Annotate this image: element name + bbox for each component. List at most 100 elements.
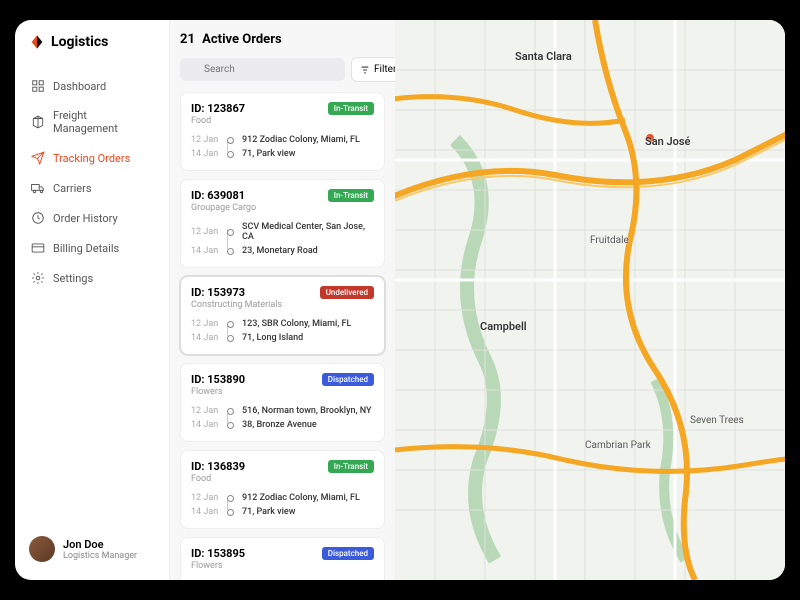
nav-label: Freight Management	[53, 109, 153, 135]
status-badge: Undelivered	[320, 286, 374, 299]
address: 912 Zodiac Colony, Miami, FL	[242, 493, 360, 503]
order-id: ID: 123867	[191, 102, 245, 115]
order-type: Groupage Cargo	[191, 203, 374, 213]
order-type: Constructing Materials	[191, 300, 374, 310]
date: 14 Jan	[191, 246, 219, 256]
dot-icon	[227, 509, 234, 516]
logo-icon	[29, 34, 45, 50]
sidebar-item-freight-management[interactable]: Freight Management	[25, 102, 159, 142]
dot-icon	[227, 229, 234, 236]
order-id: ID: 639081	[191, 189, 245, 202]
user-role: Logistics Manager	[63, 551, 137, 561]
route-origin: 12 Jan123, SBR Colony, Miami, FL	[191, 317, 374, 331]
order-id: ID: 136839	[191, 460, 245, 473]
dot-icon	[227, 248, 234, 255]
send-icon	[31, 151, 45, 165]
map-label: San José	[645, 135, 690, 148]
dot-icon	[227, 408, 234, 415]
route: 12 JanSCV Medical Center, San Jose, CA14…	[191, 220, 374, 258]
dot-icon	[227, 422, 234, 429]
dot-icon	[227, 321, 234, 328]
search-input[interactable]	[180, 58, 345, 81]
map-label: Campbell	[480, 320, 527, 333]
route-destination: 14 Jan71, Park view	[191, 147, 374, 161]
package-icon	[31, 115, 45, 129]
status-badge: In-Transit	[328, 102, 374, 115]
order-card[interactable]: ID: 123867 In-TransitFood 12 Jan 912 Zodiac…	[180, 92, 385, 171]
dot-icon	[227, 335, 234, 342]
sidebar-item-dashboard[interactable]: Dashboard	[25, 72, 159, 100]
nav: Dashboard Freight Management Tracking Orde…	[25, 72, 159, 292]
order-type: Food	[191, 116, 374, 126]
route: 12 Jan 912 Zodiac Colony, Miami, FL 14 Jan…	[191, 491, 374, 519]
date: 12 Jan	[191, 135, 219, 145]
map-view[interactable]: Santa ClaraSan JoséCampbellFruitdaleCamb…	[395, 20, 785, 580]
sidebar: Logistics Dashboard Freight Management Tra…	[15, 20, 170, 580]
address: 38, Bronze Avenue	[242, 420, 317, 430]
order-card[interactable]: ID: 153895DispatchedFlowers12 Jan311, ge…	[180, 537, 385, 580]
sidebar-item-billing-details[interactable]: Billing Details	[25, 234, 159, 262]
order-type: Flowers	[191, 561, 374, 571]
user-name: Jon Doe	[63, 538, 137, 551]
route-destination: 14 Jan23, Monetary Road	[191, 244, 374, 258]
dot-icon	[227, 151, 234, 158]
search-wrap	[180, 57, 345, 82]
date: 12 Jan	[191, 227, 219, 237]
date: 14 Jan	[191, 420, 219, 430]
route-origin: 12 JanSCV Medical Center, San Jose, CA	[191, 220, 374, 244]
date: 12 Jan	[191, 319, 219, 329]
clock-icon	[31, 211, 45, 225]
order-type: Food	[191, 474, 374, 484]
route: 12 Jan123, SBR Colony, Miami, FL 14 Jan 71…	[191, 317, 374, 345]
route-destination: 14 Jan71, Park view	[191, 505, 374, 519]
sidebar-item-carriers[interactable]: Carriers	[25, 174, 159, 202]
avatar	[29, 536, 55, 562]
status-badge: In-Transit	[328, 189, 374, 202]
filters-button[interactable]: Filters	[351, 57, 395, 82]
status-badge: In-Transit	[328, 460, 374, 473]
route-destination: 14 Jan 38, Bronze Avenue	[191, 418, 374, 432]
nav-label: Billing Details	[53, 242, 119, 255]
address: 516, Norman town, Brooklyn, NY	[242, 406, 372, 416]
date: 12 Jan	[191, 406, 219, 416]
map-label: Seven Trees	[690, 415, 744, 426]
nav-label: Tracking Orders	[53, 152, 130, 165]
filter-icon	[360, 65, 370, 75]
map-label: Santa Clara	[515, 50, 572, 63]
user-profile[interactable]: Jon Doe Logistics Manager	[25, 532, 159, 566]
date: 14 Jan	[191, 333, 219, 343]
orders-label: Active Orders	[202, 32, 281, 47]
order-list: ID: 123867In-TransitFood12 Jan912 Zodiac…	[180, 92, 385, 580]
order-card[interactable]: ID: 153890DispatchedFlowers12 Jan516, No…	[180, 363, 385, 442]
filters-label: Filters	[374, 64, 395, 75]
nav-label: Dashboard	[53, 80, 106, 93]
sidebar-item-order-history[interactable]: Order History	[25, 204, 159, 232]
route: 12 Jan 912 Zodiac Colony, Miami, FL 14 Jan…	[191, 133, 374, 161]
nav-label: Settings	[53, 272, 93, 285]
route-origin: 12 Jan 912 Zodiac Colony, Miami, FL	[191, 133, 374, 147]
order-card[interactable]: ID: 153973 UndeliveredConstructing Materi…	[180, 276, 385, 355]
truck-icon	[31, 181, 45, 195]
route-origin: 12 Jan 516, Norman town, Brooklyn, NY	[191, 404, 374, 418]
sidebar-item-settings[interactable]: Settings	[25, 264, 159, 292]
order-id: ID: 153895	[191, 547, 245, 560]
order-card[interactable]: ID: 639081 In-TransitGroupage Cargo 12 Jan…	[180, 179, 385, 268]
order-card[interactable]: ID: 136839 In-TransitFood 12 Jan 912 Zodiac…	[180, 450, 385, 529]
dot-icon	[227, 137, 234, 144]
map-label: Cambrian Park	[585, 440, 651, 451]
address: 71, Park view	[242, 149, 295, 159]
route-origin: 12 Jan311, geralt town, Brooklyn, NY	[191, 578, 374, 580]
order-id: ID: 153890	[191, 373, 245, 386]
sidebar-item-tracking-orders[interactable]: Tracking Orders	[25, 144, 159, 172]
route: 12 Jan 516, Norman town, Brooklyn, NY 14 J…	[191, 404, 374, 432]
address: 912 Zodiac Colony, Miami, FL	[242, 135, 360, 145]
route-origin: 12 Jan 912 Zodiac Colony, Miami, FL	[191, 491, 374, 505]
order-id: ID: 153973	[191, 286, 245, 299]
dot-icon	[227, 495, 234, 502]
brand-name: Logistics	[51, 34, 108, 50]
nav-label: Carriers	[53, 182, 92, 195]
address: 71, Long Island	[242, 333, 303, 343]
date: 12 Jan	[191, 493, 219, 503]
route: 12 Jan311, geralt town, Brooklyn, NY14 J…	[191, 578, 374, 580]
address: 71, Park view	[242, 507, 295, 517]
